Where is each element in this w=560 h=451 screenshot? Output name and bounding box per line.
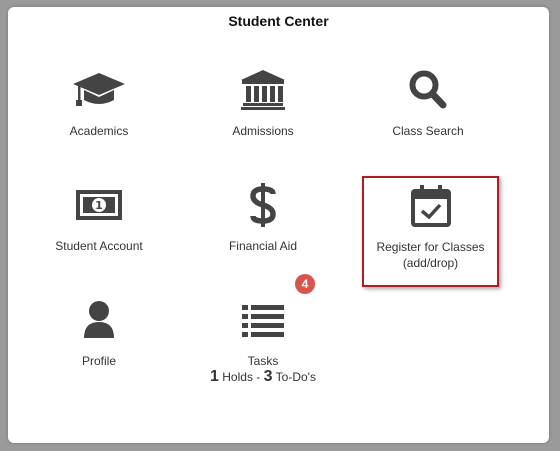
tile-label: Student Account bbox=[55, 239, 143, 253]
tile-class-search[interactable]: Class Search bbox=[348, 62, 508, 162]
todos-count: 3 bbox=[263, 368, 273, 385]
tasks-count-badge: 4 bbox=[295, 274, 315, 294]
tile-label-line2: (add/drop) bbox=[402, 256, 459, 270]
tile-label: Financial Aid bbox=[228, 239, 298, 253]
tasks-summary: 1 Holds - 3 To-Do's bbox=[183, 368, 343, 386]
tile-label: Profile bbox=[81, 354, 116, 368]
calendar-check-icon bbox=[364, 184, 497, 228]
graduation-cap-icon bbox=[19, 68, 179, 112]
tile-label: Academics bbox=[69, 124, 129, 138]
panel-title: Student Center bbox=[228, 13, 329, 29]
list-icon bbox=[183, 298, 343, 342]
tile-financial-aid[interactable]: Financial Aid bbox=[183, 177, 343, 277]
student-center-panel: Student Center Academics Admissions Clas… bbox=[8, 7, 549, 443]
tile-label-line1: Register for Classes bbox=[376, 240, 485, 254]
tile-register-for-classes[interactable]: Register for Classes (add/drop) bbox=[362, 176, 499, 287]
tile-admissions[interactable]: Admissions bbox=[183, 62, 343, 162]
tile-label: Class Search bbox=[392, 124, 464, 138]
tile-academics[interactable]: Academics bbox=[19, 62, 179, 162]
holds-count: 1 bbox=[210, 368, 219, 385]
tile-label: Tasks bbox=[247, 354, 279, 368]
user-icon bbox=[19, 298, 179, 342]
summary-separator: - bbox=[256, 370, 261, 384]
tile-label: Admissions bbox=[232, 124, 294, 138]
money-bill-icon: 1 bbox=[19, 183, 179, 227]
tile-profile[interactable]: Profile bbox=[19, 292, 179, 392]
svg-text:1: 1 bbox=[95, 199, 103, 212]
institution-building-icon bbox=[183, 68, 343, 112]
tile-student-account[interactable]: 1 Student Account bbox=[19, 177, 179, 277]
holds-text: Holds bbox=[222, 370, 253, 384]
tile-tasks[interactable]: 4 Tasks 1 Holds - 3 To-Do's bbox=[183, 274, 343, 392]
magnifier-icon bbox=[348, 68, 508, 112]
dollar-sign-icon bbox=[183, 183, 343, 227]
todos-text: To-Do's bbox=[275, 370, 316, 384]
